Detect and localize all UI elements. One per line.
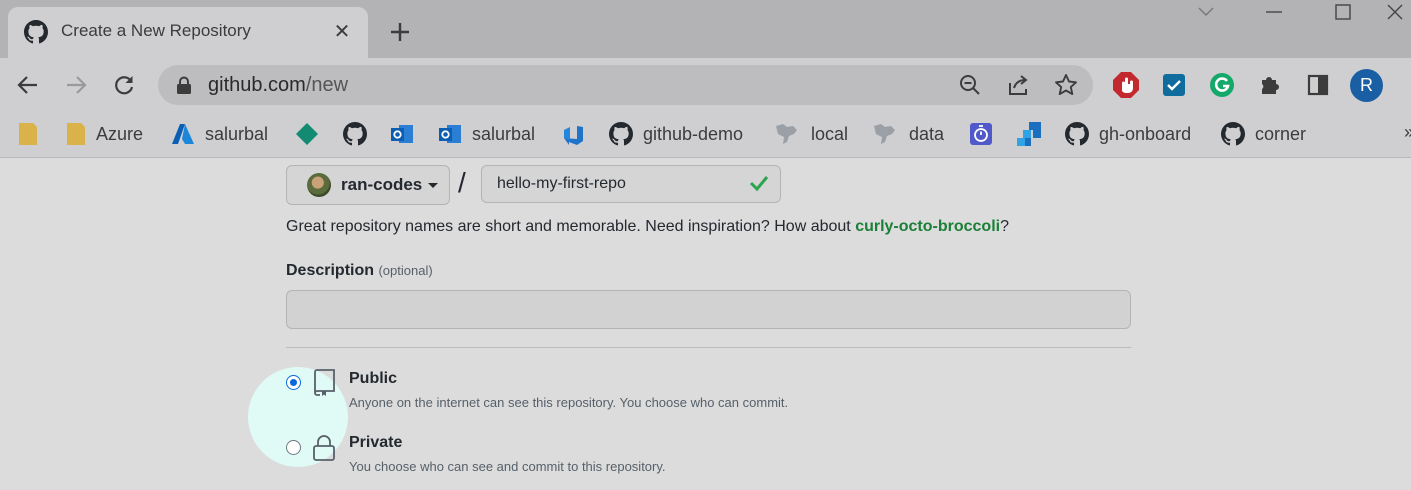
private-label: Private [349,434,403,451]
new-tab-button[interactable] [386,18,414,46]
outlook-icon [391,125,413,143]
map-icon [874,124,895,144]
owner-avatar [307,173,331,197]
maximize-icon[interactable] [1313,0,1373,24]
check-icon [749,176,769,192]
close-icon[interactable]: ✕ [330,19,354,43]
adblock-icon[interactable] [1111,70,1141,100]
bookmark-gh-onboard[interactable]: gh-onboard [1065,122,1191,146]
bookmarks-overflow-icon[interactable]: » [1404,122,1411,143]
star-icon[interactable] [1054,73,1078,97]
checkbox-extension-icon[interactable] [1159,70,1189,100]
tab-title: Create a New Repository [61,21,251,40]
github-icon [1065,122,1089,146]
lock-icon [313,435,335,461]
bookmark-outlook[interactable] [390,122,414,146]
public-radio[interactable] [286,375,301,390]
azure-icon [172,124,194,144]
bookmarks-bar: Azure salurbal salurbal github-demo loca… [0,112,1411,158]
bookmark-azure-devops[interactable] [561,122,585,146]
profile-avatar[interactable]: R [1350,69,1383,102]
repo-name-hint: Great repository names are short and mem… [286,218,1009,235]
map-icon [776,124,797,144]
owner-dropdown[interactable]: ran-codes [286,165,450,205]
github-icon [609,122,633,146]
owner-name: ran-codes [341,175,423,194]
public-description: Anyone on the internet can see this repo… [349,395,789,410]
tab-create-repository[interactable]: Create a New Repository ✕ [8,7,368,58]
timer-icon [970,123,992,145]
bookmark-diamond[interactable] [295,122,319,146]
chevron-down-icon[interactable] [1176,0,1236,24]
name-suggestion-link[interactable]: curly-octo-broccoli [855,218,1000,235]
outlook-icon [439,125,461,143]
azure-devops-icon [564,126,583,145]
bookmark-github[interactable] [343,122,367,146]
extensions-puzzle-icon[interactable] [1255,70,1285,100]
side-panel-icon[interactable] [1303,70,1333,100]
browser-toolbar: github.com/new R [0,58,1411,112]
bookmark-timer[interactable] [969,122,993,146]
description-input[interactable] [286,290,1131,329]
bookmark-local[interactable]: local [773,122,848,146]
bookmark-blocks[interactable] [1017,122,1041,146]
bookmark-corner[interactable]: corner [1221,122,1306,146]
tab-strip: Create a New Repository ✕ [0,0,1411,58]
folder-icon [67,123,85,145]
lock-icon[interactable] [176,76,192,94]
page-content: ran-codes / hello-my-first-repo Great re… [0,159,1411,490]
github-icon [24,20,48,44]
bookmark-data[interactable]: data [871,122,944,146]
repository-name-input[interactable]: hello-my-first-repo [481,165,781,203]
github-icon [1221,122,1245,146]
private-radio[interactable] [286,440,301,455]
public-label: Public [349,370,398,387]
repo-icon [314,369,335,396]
close-window-icon[interactable] [1378,0,1411,24]
divider [286,347,1131,348]
diamond-icon [296,123,318,145]
github-icon [343,122,367,146]
reload-icon[interactable] [108,69,140,101]
bookmark-salurbal[interactable]: salurbal [171,122,268,146]
folder-icon [19,123,37,145]
description-label: Description (optional) [286,262,433,279]
zoom-out-icon[interactable] [958,73,982,97]
bookmark-salurbal-outlook[interactable]: salurbal [438,122,535,146]
minimize-icon[interactable] [1244,0,1304,24]
bookmark-folder[interactable] [18,122,38,146]
caret-down-icon [428,182,439,188]
address-bar[interactable]: github.com/new [158,65,1093,105]
bookmark-azure-folder[interactable]: Azure [66,122,143,146]
owner-repo-separator: / [458,167,466,198]
blocks-icon [1017,122,1041,146]
private-description: You choose who can see and commit to thi… [349,459,666,474]
share-icon[interactable] [1006,73,1030,97]
grammarly-icon[interactable] [1207,70,1237,100]
url-text[interactable]: github.com/new [208,74,348,97]
back-icon[interactable] [12,69,44,101]
bookmark-github-demo[interactable]: github-demo [609,122,743,146]
forward-icon[interactable] [60,69,92,101]
